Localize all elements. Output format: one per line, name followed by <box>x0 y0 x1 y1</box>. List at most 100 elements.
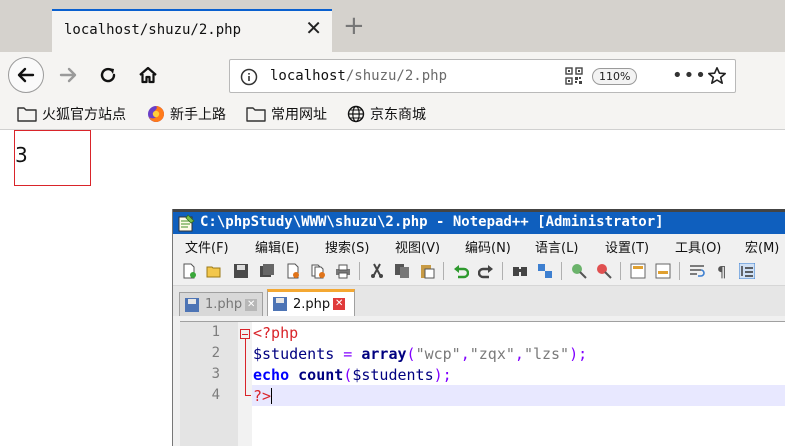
code-punctuation: ( <box>343 366 353 384</box>
menu-view[interactable]: 视图(V) <box>395 237 440 256</box>
zoom-out-icon[interactable] <box>596 263 612 279</box>
code-function: count <box>298 366 344 384</box>
code-variable: $students <box>352 366 434 384</box>
close-tab-icon[interactable]: ✕ <box>333 298 346 310</box>
code-punctuation: ); <box>569 345 588 363</box>
new-tab-icon[interactable]: + <box>343 13 365 39</box>
close-file-icon[interactable] <box>285 263 301 279</box>
show-all-chars-icon[interactable]: ¶ <box>714 263 730 279</box>
code-punctuation: ); <box>433 366 452 384</box>
notepad-app-icon <box>178 214 195 232</box>
menu-macro[interactable]: 宏(M) <box>745 237 779 256</box>
sync-horizontal-icon[interactable] <box>655 263 671 279</box>
undo-icon[interactable] <box>453 263 469 279</box>
code-punctuation: ( <box>406 345 416 363</box>
notepad-menu-bar: 文件(F) 编辑(E) 搜索(S) 视图(V) 编码(N) 语言(L) 设置(T… <box>173 234 785 256</box>
menu-encoding[interactable]: 编码(N) <box>465 237 511 256</box>
sync-vertical-icon[interactable] <box>630 263 646 279</box>
new-file-icon[interactable] <box>181 263 197 279</box>
reload-button[interactable] <box>90 57 126 93</box>
print-icon[interactable] <box>335 263 351 279</box>
save-all-icon[interactable] <box>259 263 275 279</box>
code-string: "wcp" <box>415 345 461 363</box>
bookmark-label: 常用网址 <box>271 107 327 123</box>
back-button[interactable] <box>8 57 44 93</box>
menu-file[interactable]: 文件(F) <box>185 237 229 256</box>
bookmark-label: 火狐官方站点 <box>42 107 126 123</box>
code-editor[interactable]: 1 2 3 4 <?php $students = array("wcp","z… <box>180 321 785 446</box>
toolbar-separator <box>443 262 444 280</box>
copy-icon[interactable] <box>394 263 410 279</box>
zoom-in-icon[interactable] <box>571 263 587 279</box>
code-keyword: echo <box>253 366 290 384</box>
php-close-tag: ?> <box>253 387 272 405</box>
notepad-title-bar[interactable]: C:\phpStudy\WWW\shuzu\2.php - Notepad++ … <box>173 209 785 234</box>
notepad-file-tabs: 1.php ✕ 2.php ✕ <box>173 286 785 316</box>
output-highlight-box: 3 <box>14 130 91 186</box>
cut-icon[interactable] <box>369 263 385 279</box>
bookmarks-bar: 火狐官方站点 新手上路 常用网址 京东商城 <box>0 98 785 130</box>
browser-tab[interactable]: localhost/shuzu/2.php ✕ <box>52 9 332 52</box>
qr-code-icon[interactable] <box>565 67 583 85</box>
tab-title: localhost/shuzu/2.php <box>64 22 242 38</box>
indent-guide-icon[interactable] <box>739 263 755 279</box>
menu-tools[interactable]: 工具(O) <box>675 237 721 256</box>
url-path: /shuzu/2.php <box>345 68 448 84</box>
bookmark-item[interactable]: 新手上路 <box>147 103 226 125</box>
menu-search[interactable]: 搜索(S) <box>325 237 369 256</box>
svg-text:¶: ¶ <box>717 263 727 279</box>
code-function: array <box>361 345 407 363</box>
current-line-highlight <box>252 385 785 406</box>
url-host: localhost <box>270 68 346 84</box>
php-output-text: 3 <box>15 143 28 167</box>
replace-icon[interactable] <box>537 263 553 279</box>
bookmark-item[interactable]: 常用网址 <box>246 103 327 125</box>
globe-icon <box>347 105 365 123</box>
file-tab-1-php[interactable]: 1.php ✕ <box>179 292 263 316</box>
notepad-toolbar: ¶ <box>173 256 785 286</box>
home-icon <box>139 66 157 84</box>
paste-icon[interactable] <box>419 263 435 279</box>
close-all-icon[interactable] <box>310 263 326 279</box>
code-line-4: ?> <box>253 387 273 405</box>
menu-settings[interactable]: 设置(T) <box>605 237 649 256</box>
info-icon[interactable] <box>240 68 258 86</box>
close-tab-icon[interactable]: ✕ <box>245 298 258 311</box>
tab-close-icon[interactable]: ✕ <box>305 18 322 38</box>
line-number: 3 <box>211 366 220 382</box>
forward-button[interactable] <box>50 57 86 93</box>
save-icon[interactable] <box>233 263 249 279</box>
word-wrap-icon[interactable] <box>689 263 705 279</box>
folder-icon <box>246 107 266 122</box>
file-tab-2-php[interactable]: 2.php ✕ <box>267 289 355 316</box>
open-file-icon[interactable] <box>206 263 222 279</box>
file-saved-icon <box>185 297 199 312</box>
toolbar-separator <box>561 262 562 280</box>
fold-guide-line <box>245 339 246 395</box>
toolbar-separator <box>679 262 680 280</box>
line-number-gutter: 1 2 3 4 <box>180 322 238 446</box>
fold-toggle-icon[interactable] <box>240 329 250 339</box>
home-button[interactable] <box>130 57 166 93</box>
page-actions-more-icon[interactable]: ••• <box>672 67 707 85</box>
text-caret <box>271 388 273 404</box>
toolbar-separator <box>620 262 621 280</box>
fold-guide-end <box>245 395 251 396</box>
code-line-3: echo count($students); <box>253 366 452 384</box>
bookmark-item[interactable]: 京东商城 <box>347 103 426 125</box>
menu-language[interactable]: 语言(L) <box>535 237 578 256</box>
file-tab-label: 1.php <box>205 297 243 312</box>
toolbar-separator <box>502 262 503 280</box>
bookmark-star-icon[interactable] <box>707 66 727 86</box>
notepad-plus-plus-window: C:\phpStudy\WWW\shuzu\2.php - Notepad++ … <box>172 209 785 446</box>
find-icon[interactable] <box>512 263 528 279</box>
menu-edit[interactable]: 编辑(E) <box>255 237 299 256</box>
arrow-right-icon <box>59 67 77 83</box>
redo-icon[interactable] <box>478 263 494 279</box>
bookmark-item[interactable]: 火狐官方站点 <box>17 103 126 125</box>
notepad-title-text: C:\phpStudy\WWW\shuzu\2.php - Notepad++ … <box>200 214 664 230</box>
url-text[interactable]: localhost/shuzu/2.php <box>270 68 447 84</box>
arrow-left-icon <box>17 67 35 83</box>
zoom-level-badge[interactable]: 110% <box>592 68 638 85</box>
url-bar[interactable]: localhost/shuzu/2.php 110% ••• <box>229 59 736 93</box>
